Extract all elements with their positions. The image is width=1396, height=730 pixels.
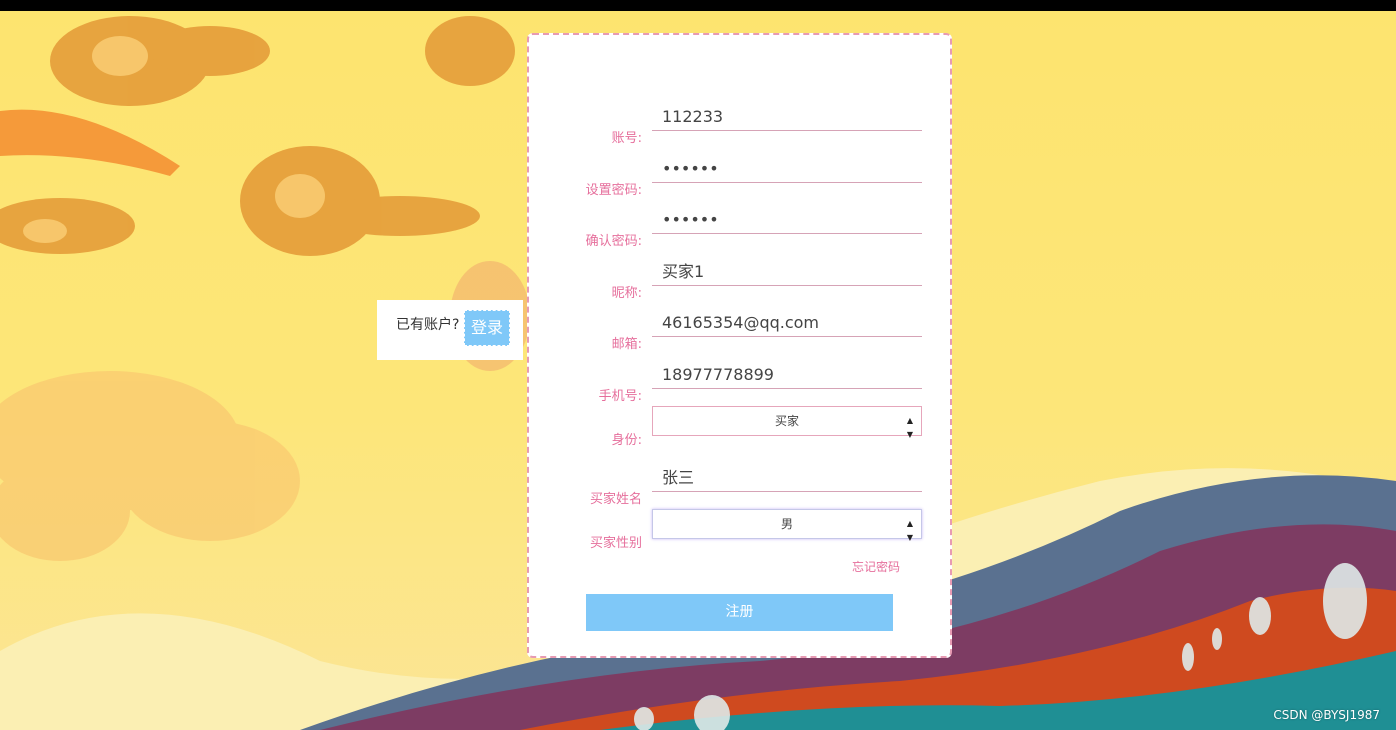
buyer-name-label: 买家姓名 bbox=[589, 492, 642, 507]
confirm-password-input[interactable]: •••••• bbox=[652, 207, 922, 234]
login-prompt-box: 已有账户? 登录 bbox=[377, 300, 523, 360]
buyer-name-row: 买家姓名 张三 bbox=[529, 465, 954, 509]
login-button[interactable]: 登录 bbox=[464, 310, 510, 346]
phone-row: 手机号: 18977778899 bbox=[529, 362, 954, 406]
watermark: CSDN @BYSJ1987 bbox=[1273, 708, 1380, 722]
identity-label: 身份: bbox=[611, 433, 642, 448]
buyer-gender-select[interactable]: 男 ▲ ▼ bbox=[652, 509, 922, 542]
password-input[interactable]: •••••• bbox=[652, 156, 922, 183]
select-arrows-icon: ▲ ▼ bbox=[906, 519, 913, 542]
confirm-password-label: 确认密码: bbox=[585, 234, 642, 249]
password-label: 设置密码: bbox=[585, 183, 642, 198]
buyer-gender-label: 买家性别 bbox=[589, 536, 642, 551]
forgot-password-link[interactable]: 忘记密码 bbox=[852, 558, 900, 575]
buyer-name-input[interactable]: 张三 bbox=[652, 465, 922, 492]
password-row: 设置密码: •••••• bbox=[529, 156, 954, 200]
confirm-password-row: 确认密码: •••••• bbox=[529, 207, 954, 251]
nickname-row: 昵称: 买家1 bbox=[529, 259, 954, 303]
login-prompt-text: 已有账户? bbox=[396, 317, 460, 333]
nickname-input[interactable]: 买家1 bbox=[652, 259, 922, 286]
identity-row: 身份: 买家 ▲ ▼ bbox=[529, 406, 954, 450]
phone-input[interactable]: 18977778899 bbox=[652, 362, 922, 389]
phone-label: 手机号: bbox=[598, 389, 642, 404]
identity-selected-value: 买家 bbox=[774, 414, 799, 428]
email-input[interactable]: 46165354@qq.com bbox=[652, 310, 922, 337]
email-row: 邮箱: 46165354@qq.com bbox=[529, 310, 954, 354]
register-form-panel: 账号: 112233 设置密码: •••••• 确认密码: •••••• 昵称:… bbox=[527, 33, 952, 658]
nickname-label: 昵称: bbox=[611, 286, 642, 301]
identity-select[interactable]: 买家 ▲ ▼ bbox=[652, 406, 922, 439]
email-label: 邮箱: bbox=[611, 337, 642, 352]
buyer-gender-selected-value: 男 bbox=[780, 517, 793, 531]
buyer-gender-row: 买家性别 男 ▲ ▼ bbox=[529, 509, 954, 553]
register-button[interactable]: 注册 bbox=[586, 594, 893, 631]
select-arrows-icon: ▲ ▼ bbox=[906, 416, 913, 439]
top-black-bar bbox=[0, 0, 1396, 11]
account-row: 账号: 112233 bbox=[529, 104, 954, 148]
account-input[interactable]: 112233 bbox=[652, 104, 922, 131]
account-label: 账号: bbox=[611, 131, 642, 146]
